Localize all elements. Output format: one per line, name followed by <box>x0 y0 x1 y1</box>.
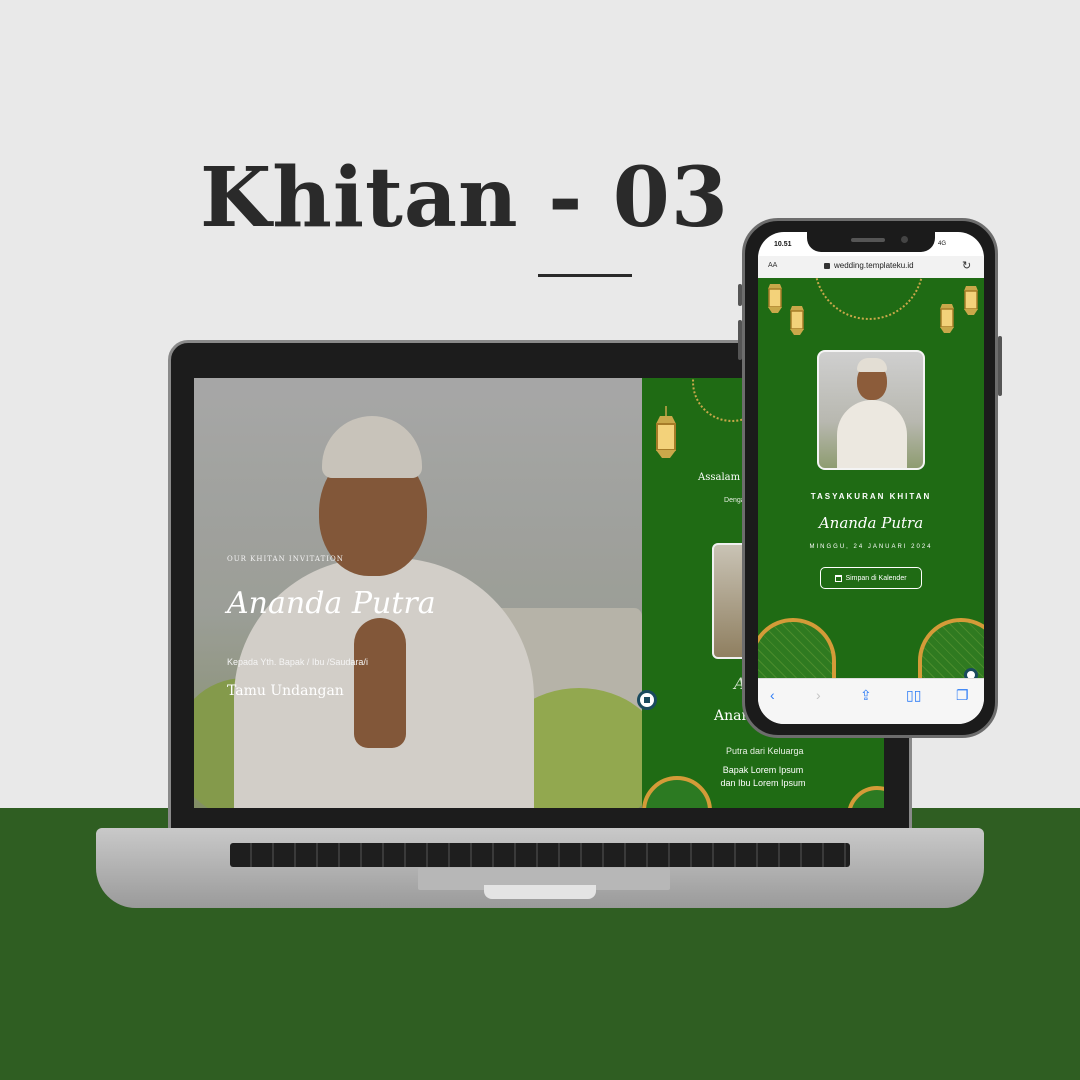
greeting-text: Assalam <box>698 472 741 483</box>
url-text[interactable]: wedding.templateku.id <box>834 261 914 270</box>
phone-screen: 10.51 4G AA wedding.templateku.id ↻ TASY… <box>758 232 984 724</box>
lantern-icon <box>940 304 954 333</box>
bookmarks-icon[interactable]: ▯▯ <box>906 687 921 704</box>
lantern-icon <box>656 406 676 458</box>
mandala-ornament-icon <box>814 278 924 320</box>
calendar-icon <box>835 574 843 582</box>
lantern-icon <box>964 286 978 315</box>
save-to-calendar-button[interactable]: Simpan di Kalender <box>820 567 922 589</box>
celebrant-name: Ananda Putra <box>818 514 924 532</box>
phone-notch <box>807 232 935 252</box>
forward-icon[interactable]: › <box>816 687 821 703</box>
boy-cap <box>857 358 887 372</box>
music-toggle-button[interactable] <box>964 668 978 678</box>
status-network: 4G <box>938 241 947 247</box>
lantern-icon <box>768 284 782 313</box>
guest-name: Tamu Undangan <box>227 683 344 699</box>
title-underline <box>538 274 632 277</box>
status-time: 10.51 <box>774 241 792 248</box>
reader-settings-button[interactable]: AA <box>768 262 777 269</box>
event-title: TASYAKURAN KHITAN <box>810 492 932 501</box>
page-title: Khitan - 03 <box>200 150 729 246</box>
laptop-notch <box>484 885 596 899</box>
reload-icon[interactable]: ↻ <box>962 259 971 272</box>
arch-ornament-icon <box>758 618 836 678</box>
tabs-icon[interactable]: ❐ <box>956 687 969 704</box>
cover-photo: OUR KHITAN INVITATION Ananda Putra Kepad… <box>194 378 642 808</box>
share-icon[interactable]: ⇪ <box>860 687 872 704</box>
lantern-icon <box>790 306 804 335</box>
recipient-label: Kepada Yth. Bapak / Ibu /Saudara/i <box>227 657 368 667</box>
arch-ornament-icon <box>642 776 712 808</box>
child-photo <box>817 350 925 470</box>
celebrant-name: Ananda Putra <box>227 586 436 621</box>
boy-figure <box>837 400 907 468</box>
back-icon[interactable]: ‹ <box>770 687 775 703</box>
parent-label: Putra dari Keluarga <box>726 746 804 756</box>
save-to-calendar-label: Simpan di Kalender <box>845 574 907 582</box>
safari-toolbar: ‹ › ⇪ ▯▯ ❐ <box>758 678 984 724</box>
invitation-eyebrow: OUR KHITAN INVITATION <box>227 555 344 563</box>
music-toggle-button[interactable] <box>637 690 657 710</box>
event-date: MINGGU, 24 JANUARI 2024 <box>809 544 933 550</box>
parent-names: Bapak Lorem Ipsum dan Ibu Lorem Ipsum <box>720 765 806 788</box>
lock-icon <box>824 263 830 269</box>
laptop-keyboard <box>230 843 850 867</box>
phone-power-button <box>998 336 1002 396</box>
address-bar[interactable]: AA wedding.templateku.id ↻ <box>758 256 984 278</box>
invitation-cover: TASYAKURAN KHITAN Ananda Putra MINGGU, 2… <box>758 278 984 678</box>
arch-ornament-icon <box>847 786 884 808</box>
